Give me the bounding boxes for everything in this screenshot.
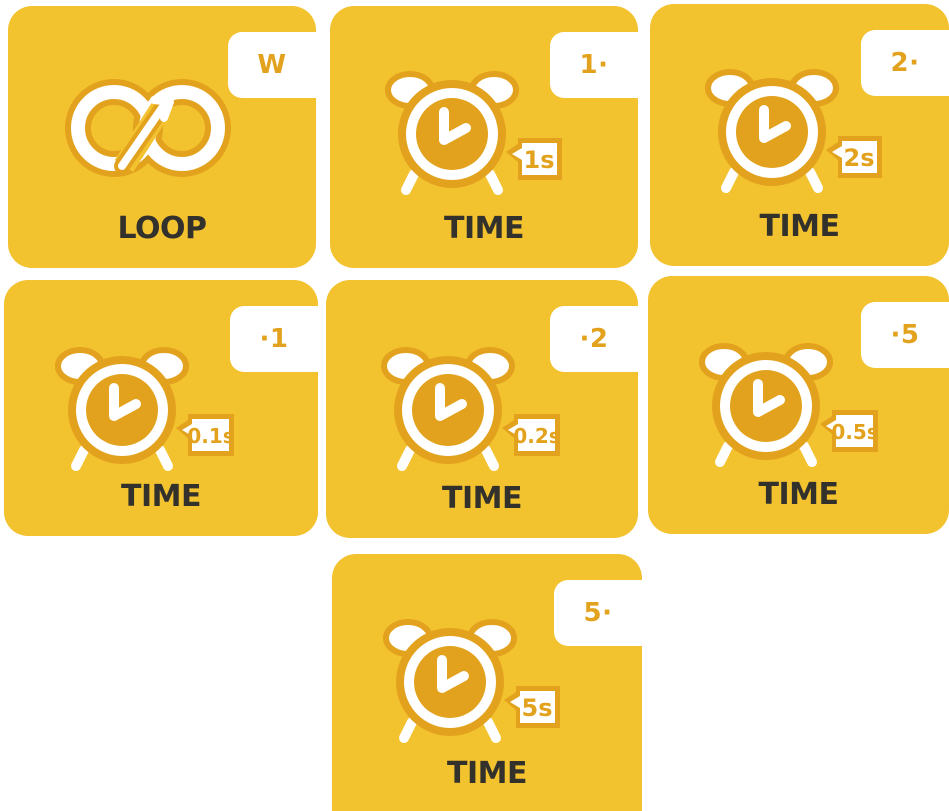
card-label: LOOP [117, 211, 207, 246]
alarm-clock-icon: 5s [383, 619, 560, 743]
time-card-0-5s[interactable]: ·5 0.5s TIME [648, 276, 949, 534]
card-label: TIME [759, 209, 840, 244]
card-label: TIME [758, 477, 839, 512]
card-label: TIME [447, 756, 527, 791]
card-code: ·2 [550, 306, 638, 372]
duration-label: 0.1s [187, 424, 234, 448]
alarm-clock-icon: 2s [705, 69, 882, 193]
card-label: TIME [442, 481, 522, 516]
time-card-0-2s[interactable]: ·2 0.2s TIME [326, 280, 638, 538]
card-label: TIME [121, 479, 201, 514]
card-code: ·1 [230, 306, 318, 372]
alarm-clock-icon: 0.5s [699, 343, 878, 467]
alarm-clock-icon: 0.1s [55, 347, 234, 471]
duration-label: 0.2s [513, 424, 560, 448]
alarm-clock-icon: 1s [385, 71, 562, 195]
duration-label: 2s [844, 144, 875, 172]
card-label: TIME [444, 211, 524, 246]
duration-label: 5s [522, 694, 553, 722]
time-card-0-1s[interactable]: ·1 0.1s TIME [4, 280, 318, 536]
time-card-2s[interactable]: 2· 2s TIME [650, 4, 949, 266]
card-code: 5· [554, 580, 642, 646]
alarm-clock-icon: 0.2s [381, 347, 560, 471]
loop-icon [65, 79, 231, 177]
duration-label: 0.5s [831, 420, 878, 444]
loop-card[interactable]: W LOOP [8, 6, 316, 268]
time-card-1s[interactable]: 1· 1s TIME [330, 6, 638, 268]
time-card-5s[interactable]: 5· 5s TIME [332, 554, 642, 811]
duration-label: 1s [524, 146, 555, 174]
